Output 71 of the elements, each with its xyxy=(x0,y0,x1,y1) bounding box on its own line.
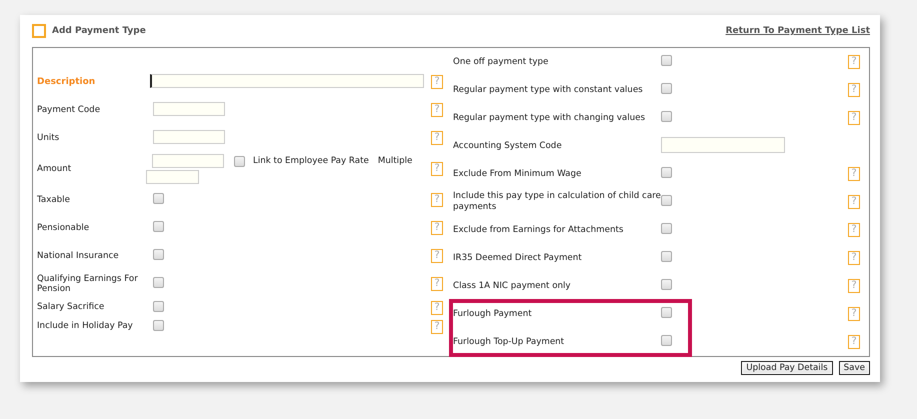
field-label: Multiple xyxy=(378,156,412,166)
input-field[interactable] xyxy=(150,74,424,88)
field-label: Salary Sacrifice xyxy=(37,302,106,313)
help-button[interactable]: ? xyxy=(431,320,443,334)
form-button[interactable]: Upload Pay Details xyxy=(741,361,833,375)
help-button[interactable]: ? xyxy=(848,279,860,293)
checkbox[interactable] xyxy=(661,223,672,234)
checkbox[interactable] xyxy=(661,167,672,178)
checkbox[interactable] xyxy=(153,300,164,312)
square-icon xyxy=(32,24,46,38)
checkbox[interactable] xyxy=(661,279,672,290)
checkbox[interactable] xyxy=(153,320,164,330)
help-button[interactable]: ? xyxy=(848,83,860,97)
form-title: Add Payment Type xyxy=(52,26,146,36)
field-label: Description xyxy=(37,76,96,88)
form-button[interactable]: Save xyxy=(838,361,870,375)
help-button[interactable]: ? xyxy=(848,167,860,181)
help-button[interactable]: ? xyxy=(848,223,860,237)
checkbox[interactable] xyxy=(661,335,672,346)
field-label: Include this pay type in calculation of child care payments xyxy=(453,191,661,213)
help-button[interactable]: ? xyxy=(431,249,443,263)
help-button[interactable]: ? xyxy=(848,335,860,349)
checkbox[interactable] xyxy=(153,221,164,232)
field-label: Units xyxy=(37,132,60,144)
return-link[interactable]: Return To Payment Type List xyxy=(726,26,870,36)
help-button[interactable]: ? xyxy=(431,300,443,314)
field-label: Taxable xyxy=(37,194,71,206)
field-label: IR35 Deemed Direct Payment xyxy=(453,252,583,264)
field-label: Furlough Top-Up Payment xyxy=(453,336,566,348)
help-button[interactable]: ? xyxy=(848,251,860,265)
help-button[interactable]: ? xyxy=(848,195,860,209)
checkbox[interactable] xyxy=(661,195,672,206)
checkbox[interactable] xyxy=(153,193,164,204)
input-field[interactable] xyxy=(152,154,224,168)
field-label: Exclude from Earnings for Attachments xyxy=(453,224,624,236)
help-button[interactable]: ? xyxy=(431,193,443,207)
field-label: Include in Holiday Pay xyxy=(37,321,134,332)
checkbox[interactable] xyxy=(234,156,245,166)
checkbox[interactable] xyxy=(661,83,672,94)
help-button[interactable]: ? xyxy=(431,75,443,89)
checkbox[interactable] xyxy=(661,251,672,262)
help-button[interactable]: ? xyxy=(848,111,860,125)
checkbox[interactable] xyxy=(661,55,672,66)
help-button[interactable]: ? xyxy=(431,131,443,145)
checkbox[interactable] xyxy=(153,249,164,260)
help-button[interactable]: ? xyxy=(431,221,443,235)
field-label: Regular payment type with constant values xyxy=(453,84,644,96)
field-label: Qualifying Earnings For Pension xyxy=(37,274,139,294)
checkbox[interactable] xyxy=(661,307,672,318)
field-label: Exclude From Minimum Wage xyxy=(453,168,582,180)
help-button[interactable]: ? xyxy=(431,277,443,291)
checkbox[interactable] xyxy=(661,111,672,122)
checkbox[interactable] xyxy=(153,277,164,288)
input-field[interactable] xyxy=(153,130,225,144)
field-label: One off payment type xyxy=(453,56,550,68)
field-label: Class 1A NIC payment only xyxy=(453,280,572,292)
field-label: Regular payment type with changing values xyxy=(453,112,646,124)
field-label: Furlough Payment xyxy=(453,308,533,320)
input-field[interactable] xyxy=(146,170,199,184)
help-button[interactable]: ? xyxy=(848,307,860,321)
input-field[interactable] xyxy=(661,136,785,152)
help-button[interactable]: ? xyxy=(431,162,443,176)
help-button[interactable]: ? xyxy=(431,103,443,117)
field-label: Payment Code xyxy=(37,104,102,116)
input-field[interactable] xyxy=(153,102,225,116)
field-label: Pensionable xyxy=(37,222,90,234)
field-label: Amount xyxy=(37,164,72,174)
field-label: Accounting System Code xyxy=(453,140,563,152)
field-label: National Insurance xyxy=(37,250,120,262)
checkbox-label: Link to Employee Pay Rate xyxy=(253,156,369,166)
help-button[interactable]: ? xyxy=(848,55,860,69)
